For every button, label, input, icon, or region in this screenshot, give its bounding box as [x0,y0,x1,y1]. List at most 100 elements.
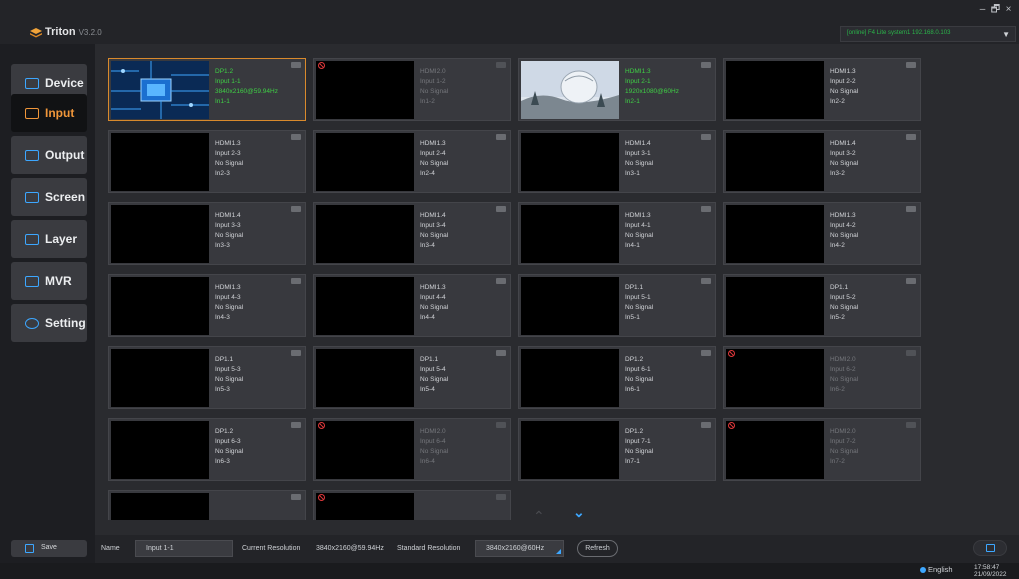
input-name: Input 2-4 [420,150,446,157]
disabled-icon [318,494,325,501]
input-name: Input 5-2 [830,294,856,301]
input-info: DP1.2 Input 6-3 No Signal In6-3 [215,427,243,467]
page-up-button[interactable]: ⌃ [533,508,545,525]
input-id: In2-4 [420,170,435,177]
input-info: HDMI1.3 Input 2-4 No Signal In2-4 [420,139,448,179]
input-port: HDMI1.4 [420,212,446,219]
input-info: DP1.2 Input 1-1 3840x2160@59.94Hz In1-1 [215,67,278,107]
input-preview [316,133,414,191]
input-card[interactable]: DP1.2 Input 6-3 No Signal In6-3 [108,418,306,481]
layer-icon [25,233,39,245]
screen-icon [25,191,39,203]
input-id: In2-1 [625,98,640,105]
input-card[interactable]: HDMI1.3 Input 2-1 1920x1080@60Hz In2-1 [518,58,716,121]
input-card[interactable]: DP1.1 Input 5-3 No Signal In5-3 [108,346,306,409]
sidebar-item-screen[interactable]: Screen [11,178,87,216]
connection-dropdown[interactable]: [online] F4 Lite system1 192.168.0.103 ▼ [840,26,1016,42]
device-icon [25,77,39,89]
port-type-icon [701,350,711,356]
input-card[interactable]: DP1.2 Input 1-1 3840x2160@59.94Hz In1-1 [108,58,306,121]
input-preview [111,133,209,191]
input-id: In5-1 [625,314,640,321]
input-port: HDMI2.0 [830,356,856,363]
input-preview [726,133,824,191]
input-card[interactable]: HDMI2.0 Input 6-4 No Signal In6-4 [313,418,511,481]
input-card[interactable]: DP1.2 Input 7-1 No Signal In7-1 [518,418,716,481]
close-button[interactable]: × [1002,4,1015,15]
port-type-icon [496,134,506,140]
restore-button[interactable]: 🗗 [989,2,1002,19]
input-preview [521,133,619,191]
input-card[interactable] [313,490,511,520]
input-card[interactable]: HDMI1.3 Input 4-4 No Signal In4-4 [313,274,511,337]
input-card[interactable]: HDMI1.3 Input 2-2 No Signal In2-2 [723,58,921,121]
port-type-icon [701,422,711,428]
disabled-icon [728,350,735,357]
input-card[interactable]: HDMI1.3 Input 2-4 No Signal In2-4 [313,130,511,193]
input-info: DP1.1 Input 5-2 No Signal In5-2 [830,283,858,323]
input-card[interactable]: HDMI1.4 Input 3-3 No Signal In3-3 [108,202,306,265]
panel-icon [986,544,995,552]
port-type-icon [291,206,301,212]
input-card[interactable]: HDMI2.0 Input 7-2 No Signal In7-2 [723,418,921,481]
port-type-icon [496,62,506,68]
input-id: In3-1 [625,170,640,177]
input-info: HDMI1.3 Input 4-2 No Signal In4-2 [830,211,858,251]
input-port: DP1.2 [215,428,234,435]
input-preview [316,421,414,479]
input-status: No Signal [215,232,244,239]
input-port: HDMI1.3 [215,284,241,291]
sidebar-item-label: Screen [45,190,86,204]
input-status: No Signal [420,160,449,167]
refresh-button[interactable]: Refresh [577,540,618,557]
input-id: In6-3 [215,458,230,465]
input-card[interactable]: HDMI1.4 Input 3-1 No Signal In3-1 [518,130,716,193]
input-preview [111,349,209,407]
input-port: HDMI1.4 [830,140,856,147]
save-label: Save [41,544,57,551]
input-id: In4-4 [420,314,435,321]
language-selector[interactable]: English [920,565,953,574]
input-status: No Signal [215,448,244,455]
input-card[interactable]: HDMI1.3 Input 4-1 No Signal In4-1 [518,202,716,265]
input-port: HDMI1.3 [420,140,446,147]
disabled-icon [318,62,325,69]
input-status: No Signal [215,160,244,167]
input-card[interactable]: DP1.1 Input 5-4 No Signal In5-4 [313,346,511,409]
input-icon [25,107,39,119]
sidebar-item-setting[interactable]: Setting [11,304,87,342]
sidebar-item-input[interactable]: Input [11,94,87,132]
input-preview [521,349,619,407]
input-card[interactable]: HDMI1.3 Input 4-3 No Signal In4-3 [108,274,306,337]
minimize-button[interactable]: – [976,4,989,15]
input-card[interactable]: DP1.2 Input 6-1 No Signal In6-1 [518,346,716,409]
save-button[interactable]: Save [11,540,87,557]
input-card[interactable]: HDMI1.3 Input 4-2 No Signal In4-2 [723,202,921,265]
input-name: Input 1-1 [215,78,241,85]
name-field[interactable]: Input 1-1 [135,540,233,557]
save-icon [25,544,34,553]
input-card[interactable]: DP1.1 Input 5-2 No Signal In5-2 [723,274,921,337]
sidebar-item-layer[interactable]: Layer [11,220,87,258]
input-port: HDMI2.0 [420,68,446,75]
sidebar-item-mvr[interactable]: MVR [11,262,87,300]
name-label: Name [101,545,120,552]
port-type-icon [701,62,711,68]
input-status: No Signal [420,88,449,95]
input-status: No Signal [830,304,859,311]
page-down-button[interactable]: ⌄ [573,504,585,521]
input-card[interactable]: DP1.1 Input 5-1 No Signal In5-1 [518,274,716,337]
standard-resolution-select[interactable]: 3840x2160@60Hz [475,540,564,557]
input-card[interactable]: HDMI2.0 Input 6-2 No Signal In6-2 [723,346,921,409]
input-card[interactable]: HDMI1.4 Input 3-4 No Signal In3-4 [313,202,511,265]
input-name: Input 2-3 [215,150,241,157]
input-port: HDMI1.3 [830,212,856,219]
input-card[interactable] [108,490,306,520]
input-id: In6-1 [625,386,640,393]
panel-toggle-button[interactable] [973,540,1007,556]
input-card[interactable]: HDMI1.4 Input 3-2 No Signal In3-2 [723,130,921,193]
disabled-icon [728,422,735,429]
input-card[interactable]: HDMI1.3 Input 2-3 No Signal In2-3 [108,130,306,193]
sidebar-item-output[interactable]: Output [11,136,87,174]
input-card[interactable]: HDMI2.0 Input 1-2 No Signal In1-2 [313,58,511,121]
